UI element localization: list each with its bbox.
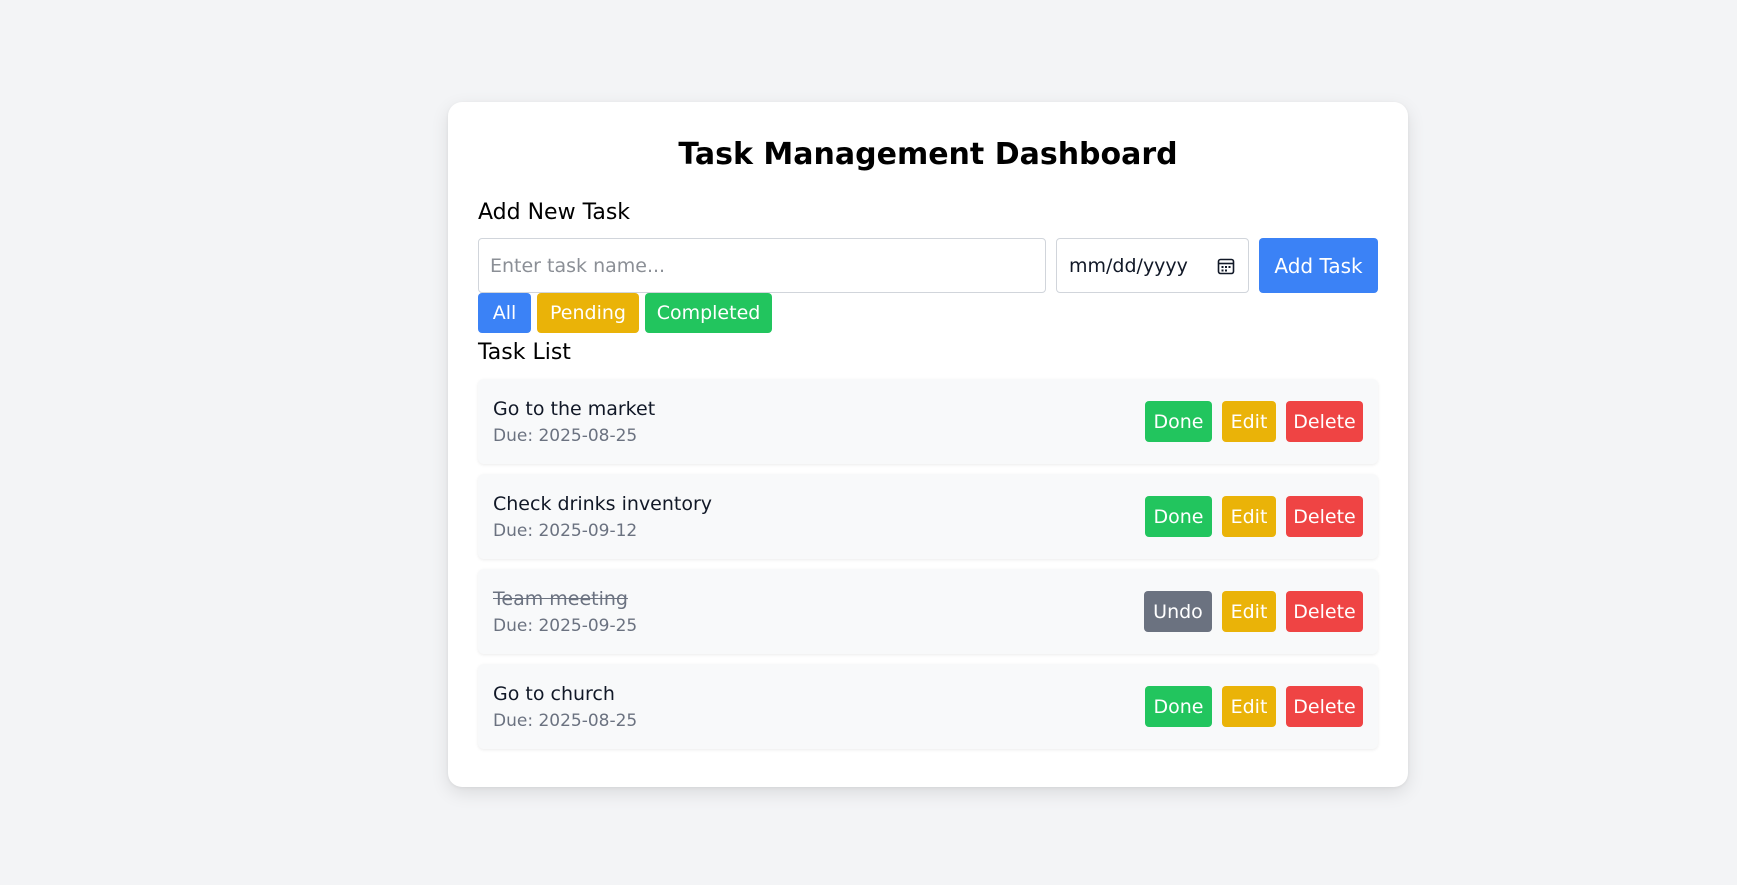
edit-button[interactable]: Edit	[1222, 401, 1276, 442]
task-due-date: Due: 2025-09-25	[493, 615, 638, 636]
delete-button[interactable]: Delete	[1286, 496, 1363, 537]
calendar-icon[interactable]	[1216, 256, 1236, 276]
task-name: Team meeting	[493, 587, 628, 610]
task-item: Check drinks inventory Due: 2025-09-12 D…	[478, 474, 1378, 559]
task-actions: Undo Edit Delete	[1144, 591, 1363, 632]
task-info: Go to church Due: 2025-08-25	[493, 681, 637, 733]
edit-button[interactable]: Edit	[1222, 591, 1276, 632]
task-name: Go to church	[493, 682, 615, 705]
due-date-input[interactable]: mm/dd/yyyy	[1056, 238, 1249, 293]
done-button[interactable]: Done	[1145, 496, 1212, 537]
delete-button[interactable]: Delete	[1286, 401, 1363, 442]
task-due-date: Due: 2025-08-25	[493, 710, 638, 731]
delete-button[interactable]: Delete	[1286, 686, 1363, 727]
filter-pending-button[interactable]: Pending	[537, 293, 639, 333]
edit-button[interactable]: Edit	[1222, 496, 1276, 537]
done-button[interactable]: Done	[1145, 686, 1212, 727]
add-task-form: mm/dd/yyyy Add Task	[478, 238, 1378, 293]
task-actions: Done Edit Delete	[1145, 496, 1363, 537]
task-due-date: Due: 2025-09-12	[493, 520, 638, 541]
dashboard-card: Task Management Dashboard Add New Task m…	[448, 102, 1408, 787]
delete-button[interactable]: Delete	[1286, 591, 1363, 632]
task-info: Check drinks inventory Due: 2025-09-12	[493, 491, 712, 543]
done-button[interactable]: Done	[1145, 401, 1212, 442]
add-task-heading: Add New Task	[478, 200, 631, 225]
undo-button[interactable]: Undo	[1144, 591, 1212, 632]
task-name-input[interactable]	[478, 238, 1046, 293]
task-due-date: Due: 2025-08-25	[493, 425, 638, 446]
filter-completed-button[interactable]: Completed	[645, 293, 772, 333]
task-name: Go to the market	[493, 397, 656, 420]
task-item: Go to church Due: 2025-08-25 Done Edit D…	[478, 664, 1378, 749]
task-item-completed: Team meeting Due: 2025-09-25 Undo Edit D…	[478, 569, 1378, 654]
task-info: Team meeting Due: 2025-09-25	[493, 586, 637, 638]
task-name: Check drinks inventory	[493, 492, 713, 515]
page-title: Task Management Dashboard	[678, 137, 1178, 172]
edit-button[interactable]: Edit	[1222, 686, 1276, 727]
task-item: Go to the market Due: 2025-08-25 Done Ed…	[478, 379, 1378, 464]
date-placeholder: mm/dd/yyyy	[1069, 254, 1188, 277]
task-info: Go to the market Due: 2025-08-25	[493, 396, 655, 448]
task-actions: Done Edit Delete	[1145, 401, 1363, 442]
task-actions: Done Edit Delete	[1145, 686, 1363, 727]
filter-all-button[interactable]: All	[478, 293, 531, 333]
filter-bar: All Pending Completed	[478, 293, 1378, 333]
task-list: Go to the market Due: 2025-08-25 Done Ed…	[478, 379, 1378, 749]
add-task-button[interactable]: Add Task	[1259, 238, 1378, 293]
task-list-heading: Task List	[478, 340, 571, 365]
